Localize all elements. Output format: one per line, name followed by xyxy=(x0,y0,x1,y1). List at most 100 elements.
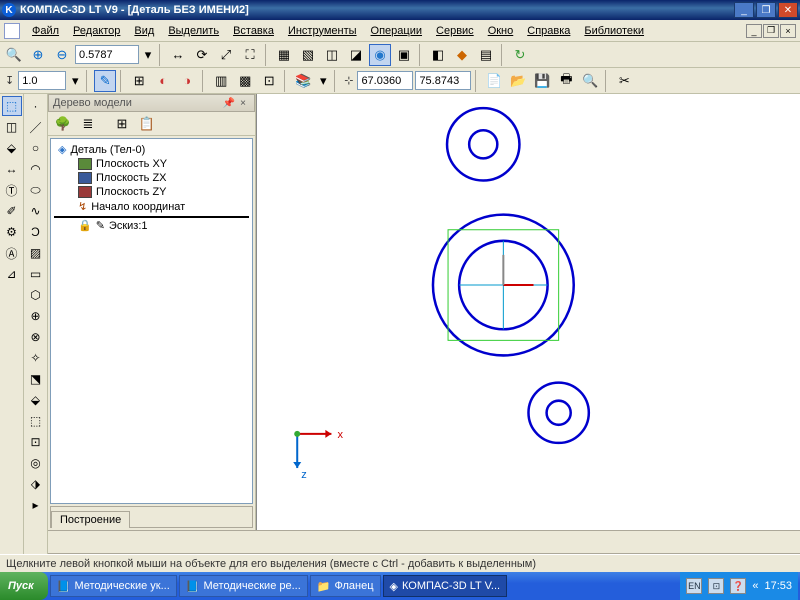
restore-button[interactable]: ❐ xyxy=(756,2,776,18)
start-button[interactable]: Пуск xyxy=(0,572,48,600)
text-tool-icon[interactable]: Ⓣ xyxy=(2,180,22,200)
param-tool-icon[interactable]: ⚙ xyxy=(2,222,22,242)
point-icon[interactable]: · xyxy=(26,96,46,116)
edit-tool-icon[interactable]: ✐ xyxy=(2,201,22,221)
sketch-mode-icon[interactable]: ✎ xyxy=(94,70,116,92)
tool-b14-icon[interactable]: ⬔ xyxy=(26,369,46,389)
taskbar-item-2[interactable]: 📘Методические ре... xyxy=(179,575,308,597)
panel-close-icon[interactable]: × xyxy=(236,96,250,110)
zoom-input[interactable] xyxy=(18,71,66,90)
model-tree[interactable]: ◈ Деталь (Тел-0) Плоскость XY Плоскость … xyxy=(50,138,253,504)
hatch-icon[interactable]: ▨ xyxy=(26,243,46,263)
arc-icon[interactable]: ◠ xyxy=(26,159,46,179)
tree-btn1-icon[interactable]: 🌳 xyxy=(52,113,74,135)
shade2-icon[interactable]: ◪ xyxy=(345,44,367,66)
layer-dd-icon[interactable]: ▾ xyxy=(316,70,330,92)
menu-file[interactable]: Файл xyxy=(26,23,65,39)
system-tray[interactable]: EN ⊡ ❓ « 17:53 xyxy=(680,572,798,600)
ellipse-icon[interactable]: ⬭ xyxy=(26,180,46,200)
scale-input[interactable] xyxy=(75,45,139,64)
coord-y-input[interactable] xyxy=(415,71,471,90)
panel-pin-icon[interactable]: 📌 xyxy=(222,96,236,110)
tool-b17-icon[interactable]: ⊡ xyxy=(26,432,46,452)
clock[interactable]: 17:53 xyxy=(764,580,792,592)
drawing-canvas[interactable]: x z xyxy=(256,94,800,530)
menu-insert[interactable]: Вставка xyxy=(227,23,280,39)
tray-icon-1[interactable]: ⊡ xyxy=(708,578,724,594)
taskbar-item-4[interactable]: ◈КОМПАС-3D LT V... xyxy=(383,575,508,597)
tree-btn3-icon[interactable]: ⊞ xyxy=(111,113,133,135)
lang-indicator[interactable]: EN xyxy=(686,578,702,594)
open-icon[interactable]: 📂 xyxy=(507,70,529,92)
orbit-icon[interactable]: ⤢ xyxy=(215,44,237,66)
menu-window[interactable]: Окно xyxy=(482,23,520,39)
rotate-icon[interactable]: ⟳ xyxy=(191,44,213,66)
tray-arrow-icon[interactable]: « xyxy=(752,580,758,592)
tool-b13-icon[interactable]: ✧ xyxy=(26,348,46,368)
snap-icon[interactable]: ◑ xyxy=(176,70,198,92)
menu-select[interactable]: Выделить xyxy=(162,23,225,39)
tool-2-icon[interactable]: ◫ xyxy=(2,117,22,137)
rect-icon[interactable]: ▭ xyxy=(26,264,46,284)
shade1-icon[interactable]: ◫ xyxy=(321,44,343,66)
minimize-button[interactable]: _ xyxy=(734,2,754,18)
tab-build[interactable]: Построение xyxy=(51,511,130,528)
zoom-out-icon[interactable]: ⊖ xyxy=(51,44,73,66)
menu-editor[interactable]: Редактор xyxy=(67,23,126,39)
layers-icon[interactable]: 📚 xyxy=(292,70,314,92)
select-tool-icon[interactable]: ⬚ xyxy=(2,96,22,116)
mdi-restore-button[interactable]: ❐ xyxy=(763,24,779,38)
tool-b15-icon[interactable]: ⬙ xyxy=(26,390,46,410)
cut-icon[interactable]: ✂ xyxy=(613,70,635,92)
tool-9-icon[interactable]: ⊿ xyxy=(2,264,22,284)
snap-round-icon[interactable]: ◐ xyxy=(152,70,174,92)
menu-operations[interactable]: Операции xyxy=(365,23,428,39)
tool-b18-icon[interactable]: ◎ xyxy=(26,453,46,473)
tool-b20-icon[interactable]: ▸ xyxy=(26,495,46,515)
circle-icon[interactable]: ○ xyxy=(26,138,46,158)
menu-view[interactable]: Вид xyxy=(128,23,160,39)
tree-root[interactable]: ◈ Деталь (Тел-0) xyxy=(54,142,249,157)
curve-icon[interactable]: Ɔ xyxy=(26,222,46,242)
wireframe-icon[interactable]: ▦ xyxy=(273,44,295,66)
panel-titlebar[interactable]: Дерево модели 📌 × xyxy=(48,94,255,112)
menu-help[interactable]: Справка xyxy=(521,23,576,39)
pan-icon[interactable]: ↔ xyxy=(167,44,189,66)
menu-libraries[interactable]: Библиотеки xyxy=(578,23,650,39)
scale-dropdown-icon[interactable]: ▾ xyxy=(141,44,155,66)
tree-plane-xy[interactable]: Плоскость XY xyxy=(54,157,249,171)
tool-b12-icon[interactable]: ⊗ xyxy=(26,327,46,347)
menu-service[interactable]: Сервис xyxy=(430,23,480,39)
measure-tool-icon[interactable]: Ⓐ xyxy=(2,243,22,263)
shaded-icon[interactable]: ◉ xyxy=(369,44,391,66)
line-icon[interactable]: ／ xyxy=(26,117,46,137)
tool-b11-icon[interactable]: ⊕ xyxy=(26,306,46,326)
tree-btn2-icon[interactable]: ≣ xyxy=(77,113,99,135)
tree-plane-zx[interactable]: Плоскость ZX xyxy=(54,171,249,185)
tool-b10-icon[interactable]: ⬡ xyxy=(26,285,46,305)
dim-tool-icon[interactable]: ↔ xyxy=(2,159,22,179)
refresh-icon[interactable]: ↻ xyxy=(509,44,531,66)
zoom-window-icon[interactable]: 🔍 xyxy=(3,44,25,66)
print-icon[interactable]: 🖶 xyxy=(555,70,577,92)
mdi-close-button[interactable]: × xyxy=(780,24,796,38)
mode-b-icon[interactable]: ▩ xyxy=(234,70,256,92)
hidden-icon[interactable]: ▧ xyxy=(297,44,319,66)
tree-sketch[interactable]: 🔒✎Эскиз:1 xyxy=(54,216,249,232)
tree-origin[interactable]: ↯Начало координат xyxy=(54,199,249,214)
tool-b19-icon[interactable]: ⬗ xyxy=(26,474,46,494)
spline-icon[interactable]: ∿ xyxy=(26,201,46,221)
taskbar-item-3[interactable]: 📁Фланец xyxy=(310,575,381,597)
zoom-dropdown-icon[interactable]: ▾ xyxy=(68,70,82,92)
view-mode2-icon[interactable]: ◆ xyxy=(451,44,473,66)
view-mode3-icon[interactable]: ▤ xyxy=(475,44,497,66)
mdi-minimize-button[interactable]: _ xyxy=(746,24,762,38)
coord-x-input[interactable] xyxy=(357,71,413,90)
grid-icon[interactable]: ⊞ xyxy=(128,70,150,92)
taskbar-item-1[interactable]: 📘Методические ук... xyxy=(50,575,177,597)
mode-c-icon[interactable]: ⊡ xyxy=(258,70,280,92)
tray-icon-2[interactable]: ❓ xyxy=(730,578,746,594)
fit-icon[interactable]: ⛶ xyxy=(239,44,261,66)
command-panel[interactable] xyxy=(48,530,800,554)
tool-3-icon[interactable]: ⬙ xyxy=(2,138,22,158)
